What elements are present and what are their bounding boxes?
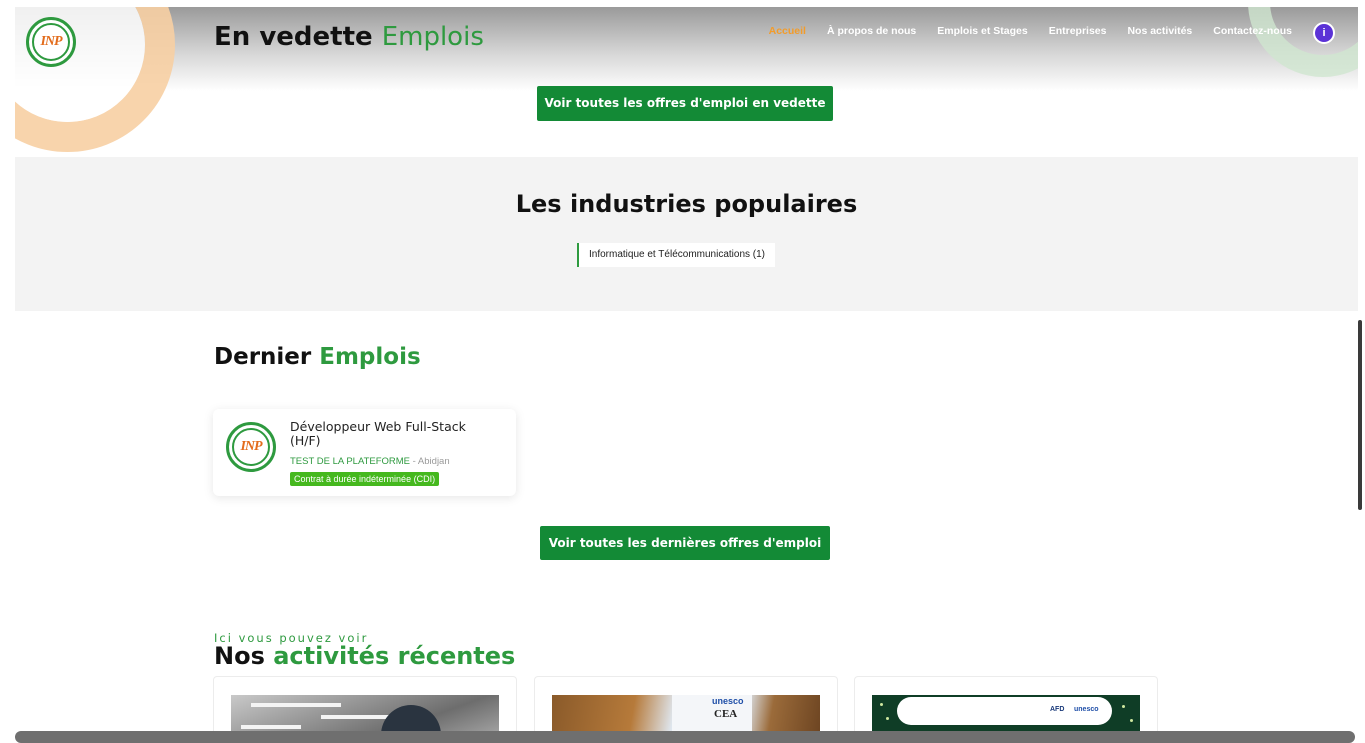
view-featured-jobs-button[interactable]: Voir toutes les offres d'emploi en vedet… (537, 86, 833, 121)
logo-emblem-icon: INP (32, 23, 70, 61)
page: INP En vedette Emplois Accueil À propos … (0, 0, 1365, 743)
decor-dot (1130, 719, 1133, 722)
info-icon[interactable]: i (1313, 22, 1335, 44)
job-company-link[interactable]: TEST DE LA PLATEFORME (290, 456, 410, 467)
nav-item-contact[interactable]: Contactez-nous (1213, 25, 1292, 37)
job-location: - Abidjan (412, 456, 450, 467)
activities-title: Nos activités récentes (214, 642, 515, 670)
nav-item-emplois-stages[interactable]: Emplois et Stages (937, 25, 1027, 37)
top-strip (0, 0, 1365, 7)
nav-item-activites[interactable]: Nos activités (1127, 25, 1192, 37)
popular-industries-section: Les industries populaires Informatique e… (15, 157, 1358, 311)
nav-item-entreprises[interactable]: Entreprises (1049, 25, 1107, 37)
latest-jobs-title: Dernier Emplois (214, 344, 421, 370)
decor-dot (880, 703, 883, 706)
industries-title: Les industries populaires (515, 190, 858, 218)
latest-title-strong: Dernier (214, 344, 312, 370)
info-icon-glyph: i (1322, 27, 1326, 39)
company-logo-emblem-icon: INP (232, 428, 270, 466)
nav-item-accueil[interactable]: Accueil (769, 25, 806, 37)
featured-jobs-title: En vedette Emplois (214, 22, 484, 52)
unesco-label: unesco (712, 696, 744, 706)
decor-dot (1122, 705, 1125, 708)
company-logo-text: INP (240, 439, 262, 454)
main-nav: Accueil À propos de nous Emplois et Stag… (748, 25, 1292, 37)
job-card[interactable]: INP Développeur Web Full-Stack (H/F) TES… (213, 409, 516, 496)
ceiling-light (251, 703, 341, 707)
cea-label: CEA (714, 708, 738, 720)
job-type-badge: Contrat à durée indéterminée (CDI) (290, 472, 440, 486)
horizontal-scrollbar[interactable] (15, 731, 1355, 743)
industry-chip-it-telecom[interactable]: Informatique et Télécommunications (1) (577, 243, 776, 267)
afd-label: AFD (1050, 706, 1065, 713)
latest-title-light: Emplois (319, 344, 421, 370)
ceiling-light (241, 725, 301, 729)
job-title-link[interactable]: Développeur Web Full-Stack (H/F) (290, 420, 500, 448)
job-meta: TEST DE LA PLATEFORME - Abidjan (290, 456, 450, 467)
left-edge (0, 0, 15, 743)
company-logo: INP (226, 422, 276, 472)
activities-title-light: activités récentes (273, 642, 516, 670)
nav-item-a-propos[interactable]: À propos de nous (827, 25, 916, 37)
activities-title-strong: Nos (214, 642, 265, 670)
view-latest-jobs-button[interactable]: Voir toutes les dernières offres d'emplo… (540, 526, 830, 560)
featured-title-light: Emplois (381, 22, 484, 52)
featured-title-strong: En vedette (214, 22, 373, 52)
ceiling-light (321, 715, 391, 719)
site-logo[interactable]: INP (26, 17, 76, 67)
decor-dot (886, 717, 889, 720)
logo-text: INP (40, 34, 62, 49)
unesco-label: unesco (1074, 706, 1099, 713)
vertical-scrollbar-thumb[interactable] (1358, 320, 1362, 510)
